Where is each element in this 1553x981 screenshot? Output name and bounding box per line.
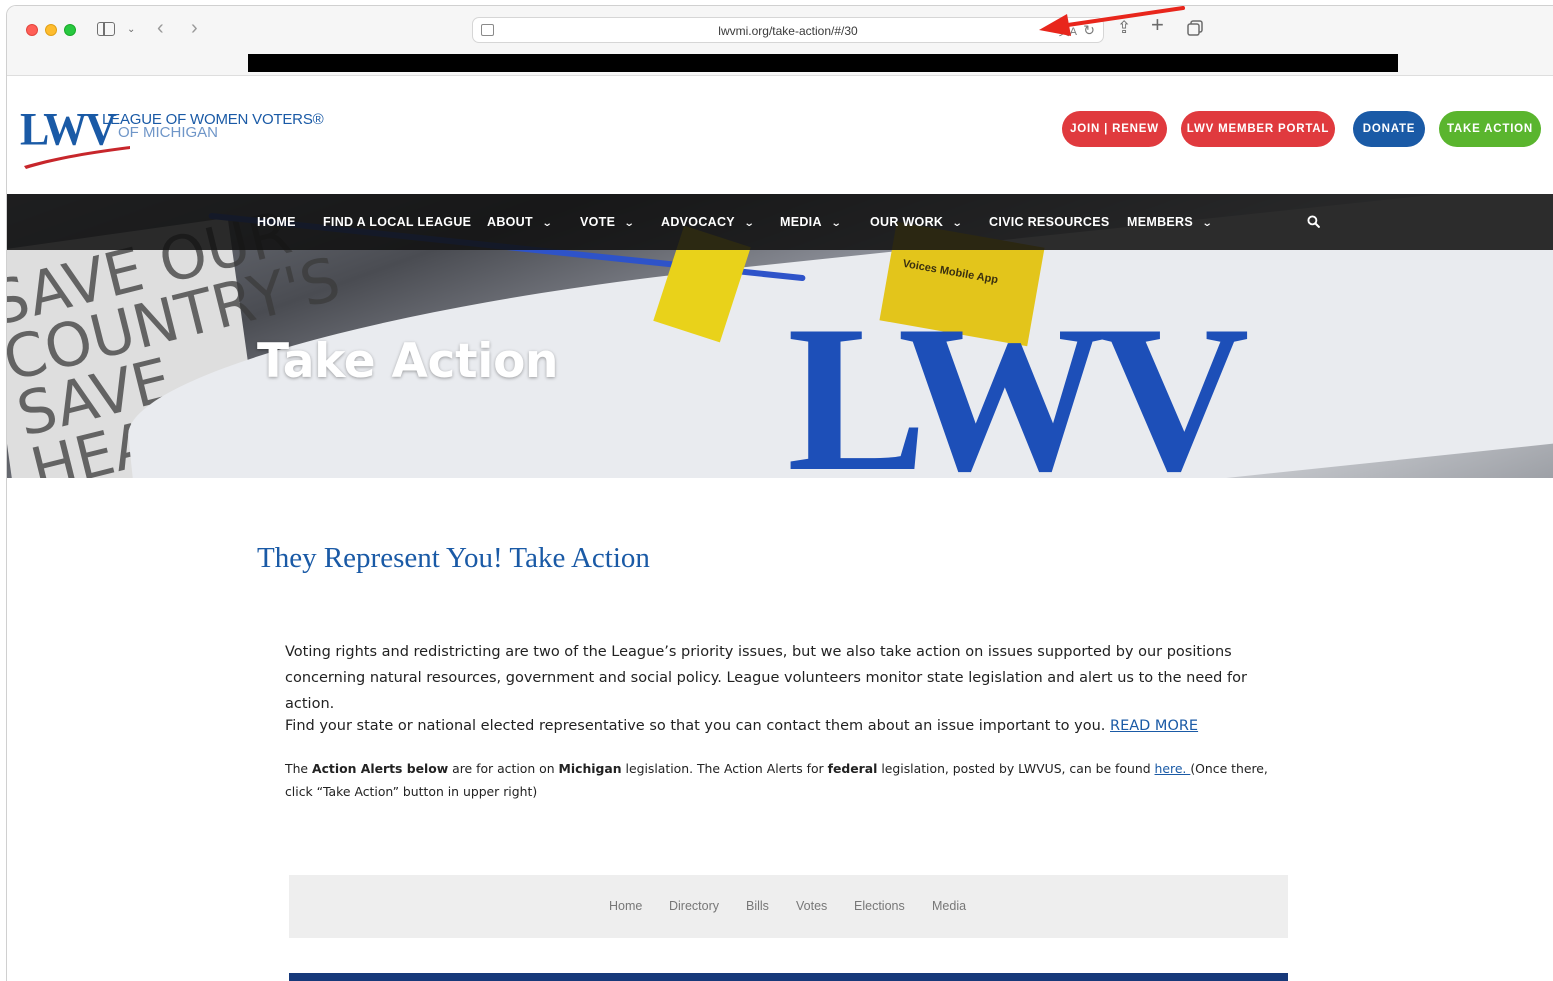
hero-lwv-letters: LWV	[787, 283, 1249, 478]
chevron-down-icon: ⌄	[951, 218, 964, 229]
subnav-item-directory[interactable]: Directory	[669, 899, 719, 913]
note-text: legislation. The Action Alerts for	[621, 761, 828, 776]
logo-swoosh-icon	[24, 146, 130, 169]
member-portal-button[interactable]: LWV MEMBER PORTAL	[1181, 111, 1335, 147]
chevron-down-icon: ⌄	[830, 218, 842, 229]
note-bold-federal: federal	[827, 761, 878, 776]
join-renew-button[interactable]: JOIN | RENEW	[1062, 111, 1167, 147]
annotation-arrow-icon	[1039, 6, 1185, 36]
minimize-window-button[interactable]	[45, 24, 57, 36]
subnav-item-bills[interactable]: Bills	[746, 899, 769, 913]
lwv-michigan-logo[interactable]: LWV LEAGUE OF WOMEN VOTERS® OF MICHIGAN	[20, 104, 340, 174]
chevron-down-icon: ⌄	[541, 218, 553, 229]
lwvus-here-link[interactable]: here.	[1155, 761, 1191, 776]
note-text: The	[285, 761, 312, 776]
nav-item-about[interactable]: ABOUT ⌄	[487, 194, 553, 250]
browser-window: ⌄ ‹ › lwvmi.org/take-action/#/30 文A ↻ ⇪ …	[6, 5, 1553, 981]
note-bold-action-alerts: Action Alerts below	[311, 761, 449, 776]
nav-item-advocacy[interactable]: ADVOCACY ⌄	[661, 194, 755, 250]
subnav-item-home[interactable]: Home	[609, 899, 642, 913]
nav-item-vote[interactable]: VOTE ⌄	[580, 194, 636, 250]
chevron-down-icon: ⌄	[1201, 218, 1213, 229]
embedded-subnav: Home Directory Bills Votes Elections Med…	[289, 875, 1288, 938]
chevron-down-icon: ⌄	[623, 218, 636, 229]
sidebar-toggle-icon[interactable]	[97, 22, 115, 36]
action-alerts-note: The Action Alerts below are for action o…	[285, 757, 1285, 803]
forward-arrow-icon[interactable]: ›	[191, 18, 198, 38]
note-text: are for action on	[448, 761, 559, 776]
main-content: They Represent You! Take Action Voting r…	[7, 478, 1553, 981]
browser-toolbar: ⌄ ‹ › lwvmi.org/take-action/#/30 文A ↻ ⇪ …	[7, 6, 1553, 54]
note-bold-michigan: Michigan	[558, 761, 622, 776]
donate-button[interactable]: DONATE	[1353, 111, 1425, 147]
nav-item-home[interactable]: HOME	[257, 194, 296, 250]
representative-paragraph: Find your state or national elected repr…	[285, 713, 1285, 739]
nav-item-our-work[interactable]: OUR WORK ⌄	[870, 194, 964, 250]
subnav-item-elections[interactable]: Elections	[854, 899, 905, 913]
intro-paragraph: Voting rights and redistricting are two …	[285, 644, 1247, 712]
nav-item-find-local-league[interactable]: FIND A LOCAL LEAGUE	[323, 194, 471, 250]
read-more-link[interactable]: READ MORE	[1110, 718, 1198, 734]
nav-item-media[interactable]: MEDIA ⌄	[780, 194, 842, 250]
chevron-down-icon: ⌄	[743, 218, 755, 229]
chevron-down-icon[interactable]: ⌄	[127, 22, 135, 38]
url-text: lwvmi.org/take-action/#/30	[718, 24, 858, 38]
nav-item-members[interactable]: MEMBERS ⌄	[1127, 194, 1213, 250]
representative-text: Find your state or national elected repr…	[285, 718, 1110, 734]
address-bar[interactable]: lwvmi.org/take-action/#/30 文A ↻	[472, 17, 1104, 43]
subnav-item-votes[interactable]: Votes	[796, 899, 827, 913]
close-window-button[interactable]	[26, 24, 38, 36]
hero-banner: SAVE OURCOUNTRY'SSAVEHEALTH Voices Mobil…	[7, 194, 1553, 478]
take-action-button[interactable]: TAKE ACTION	[1439, 111, 1541, 147]
back-arrow-icon[interactable]: ‹	[157, 18, 164, 38]
redacted-bookmarks-bar	[248, 54, 1398, 72]
note-text: legislation, posted by LWVUS, can be fou…	[877, 761, 1155, 776]
search-icon[interactable]	[1307, 215, 1320, 228]
hero-title: Take Action	[257, 334, 559, 389]
embedded-header-strip	[289, 973, 1288, 981]
zoom-window-button[interactable]	[64, 24, 76, 36]
site-header: LWV LEAGUE OF WOMEN VOTERS® OF MICHIGAN …	[7, 76, 1553, 194]
main-navigation: HOME FIND A LOCAL LEAGUE ABOUT ⌄ VOTE ⌄ AD…	[7, 194, 1553, 250]
logo-line2: OF MICHIGAN	[118, 124, 218, 141]
section-title: They Represent You! Take Action	[257, 542, 650, 574]
subnav-item-media[interactable]: Media	[932, 899, 966, 913]
nav-item-civic-resources[interactable]: CIVIC RESOURCES	[989, 194, 1110, 250]
